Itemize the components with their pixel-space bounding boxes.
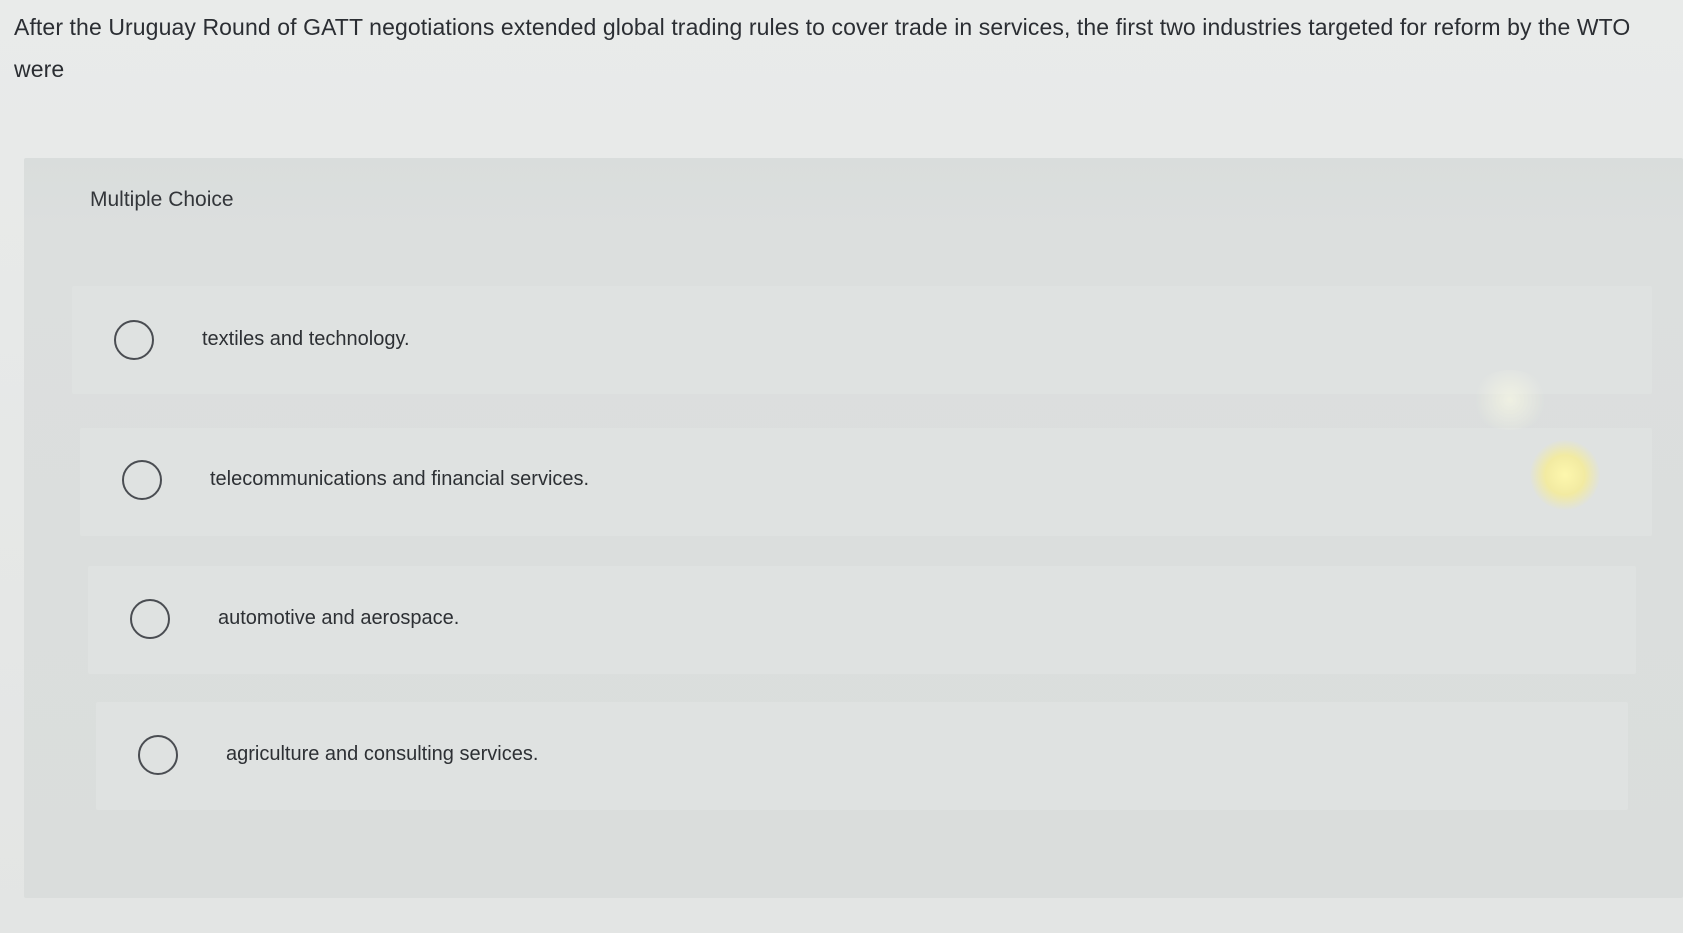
question-text: After the Uruguay Round of GATT negotiat… — [14, 14, 1631, 82]
answer-option-4[interactable]: agriculture and consulting services. — [96, 702, 1628, 810]
answer-option-2[interactable]: telecommunications and financial service… — [80, 428, 1652, 536]
radio-button[interactable] — [130, 599, 170, 639]
light-glare — [1530, 440, 1600, 510]
question-type-label: Multiple Choice — [90, 188, 234, 211]
option-label: agriculture and consulting services. — [226, 743, 539, 765]
multiple-choice-panel: Multiple Choice textiles and technology.… — [24, 158, 1683, 898]
radio-button[interactable] — [114, 320, 154, 360]
answer-option-1[interactable]: textiles and technology. — [72, 286, 1652, 394]
radio-button[interactable] — [122, 460, 162, 500]
answer-option-3[interactable]: automotive and aerospace. — [88, 566, 1636, 674]
option-label: telecommunications and financial service… — [210, 468, 590, 490]
radio-button[interactable] — [138, 735, 178, 775]
option-label: textiles and technology. — [202, 328, 410, 350]
light-glare — [1470, 370, 1550, 430]
option-label: automotive and aerospace. — [218, 607, 460, 629]
